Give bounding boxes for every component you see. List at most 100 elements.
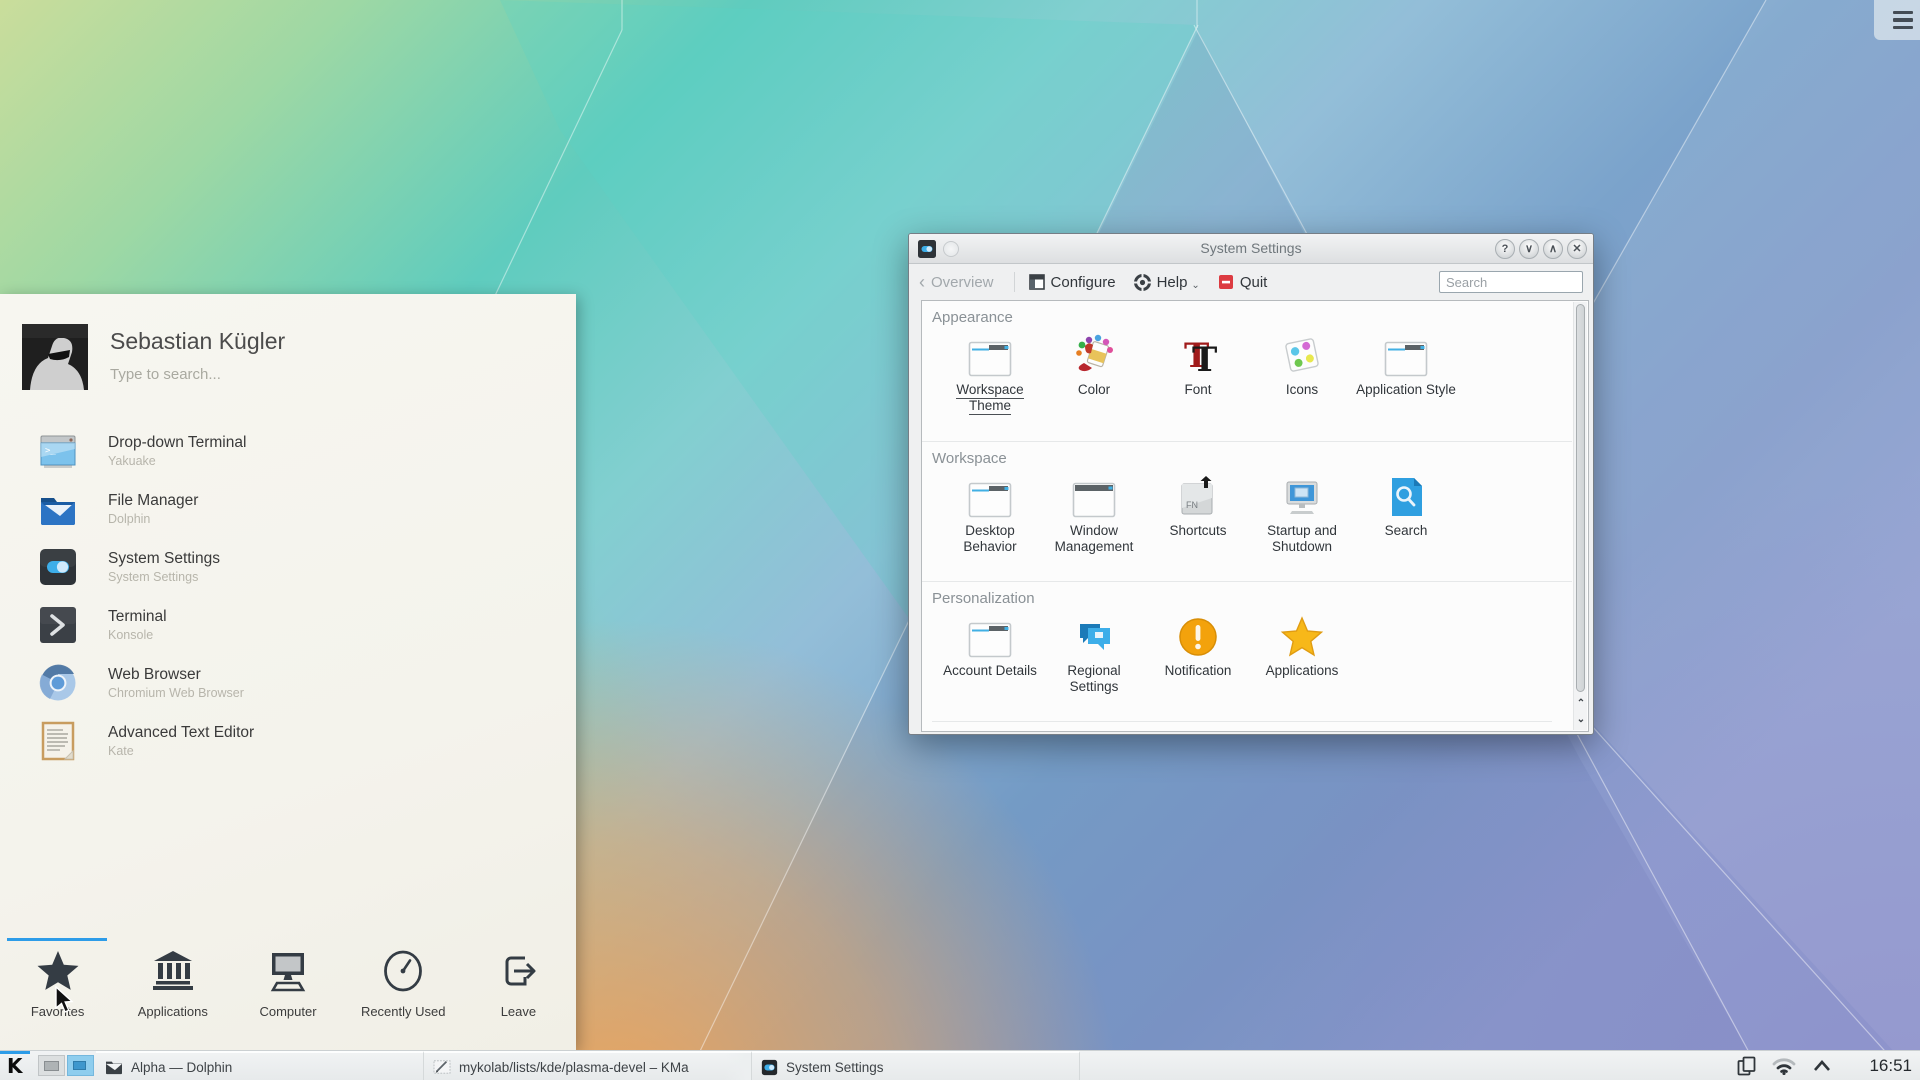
- paint-bucket-icon: [1042, 333, 1146, 379]
- kcm-desktop-behavior[interactable]: Desktop Behavior: [938, 474, 1042, 556]
- kcm-label: Window Management: [1054, 523, 1134, 555]
- window-theme-icon: [938, 474, 1042, 520]
- digital-clock[interactable]: 16:51: [1869, 1056, 1912, 1076]
- kcm-label: Desktop Behavior: [963, 523, 1017, 555]
- window-theme-icon: [938, 614, 1042, 660]
- pager-desktop-2[interactable]: [67, 1055, 94, 1076]
- kcm-label: Applications: [1265, 663, 1339, 678]
- dolphin-icon: [38, 489, 78, 529]
- favorite-title: File Manager: [108, 492, 199, 509]
- favorite-item-chromium[interactable]: Web Browser Chromium Web Browser: [0, 654, 576, 712]
- task-system-settings[interactable]: System Settings: [752, 1051, 1080, 1080]
- tab-computer[interactable]: Computer: [230, 938, 345, 1038]
- tab-recently-used[interactable]: Recently Used: [346, 938, 461, 1038]
- user-avatar: [22, 324, 88, 390]
- favorite-item-systemsettings[interactable]: System Settings System Settings: [0, 538, 576, 596]
- scroll-down-button[interactable]: ⌄: [1574, 712, 1588, 728]
- minimize-button[interactable]: ∨: [1519, 239, 1539, 259]
- favorite-subtitle: Yakuake: [108, 454, 156, 468]
- kcm-shortcuts[interactable]: FN Shortcuts: [1146, 474, 1250, 556]
- favorite-title: Terminal: [108, 608, 167, 625]
- letter-t-icon: T T: [1146, 333, 1250, 379]
- desktop-toolbox-button[interactable]: [1874, 0, 1920, 40]
- kickoff-launcher: Sebastian Kügler >_ Drop-down Te: [0, 294, 576, 1050]
- mouse-cursor: [54, 985, 76, 1021]
- window-theme-icon: [938, 333, 1042, 379]
- hamburger-icon: [1893, 25, 1913, 30]
- speech-bubbles-icon: [1042, 614, 1146, 660]
- desktop: Sebastian Kügler >_ Drop-down Te: [0, 0, 1920, 1080]
- kcm-label: Icons: [1285, 382, 1319, 397]
- wifi-icon[interactable]: [1772, 1057, 1796, 1075]
- kcm-window-management[interactable]: Window Management: [1042, 474, 1146, 556]
- kcm-label: Workspace Theme: [956, 382, 1024, 416]
- kcm-search[interactable]: Search: [1354, 474, 1458, 556]
- monitor-icon: [230, 938, 345, 1004]
- help-window-button[interactable]: ?: [1495, 239, 1515, 259]
- favorite-title: Drop-down Terminal: [108, 434, 247, 451]
- exclamation-circle-icon: [1146, 614, 1250, 660]
- favorite-item-dolphin[interactable]: File Manager Dolphin: [0, 480, 576, 538]
- kcm-font[interactable]: T T Font: [1146, 333, 1250, 415]
- kcm-application-style[interactable]: Application Style: [1354, 333, 1458, 415]
- favorite-item-yakuake[interactable]: >_ Drop-down Terminal Yakuake: [0, 422, 576, 480]
- kcm-startup-shutdown[interactable]: Startup and Shutdown: [1250, 474, 1354, 556]
- kcm-notification[interactable]: Notification: [1146, 614, 1250, 696]
- tab-label: Leave: [500, 1004, 537, 1019]
- titlebar[interactable]: System Settings ? ∨ ∧ ✕: [909, 234, 1593, 264]
- kcm-applications[interactable]: Applications: [1250, 614, 1354, 696]
- configure-button[interactable]: Configure: [1028, 274, 1116, 291]
- scroll-up-button[interactable]: ⌃: [1574, 696, 1588, 712]
- kcm-regional-settings[interactable]: Regional Settings: [1042, 614, 1146, 696]
- kcm-icons[interactable]: Icons: [1250, 333, 1354, 415]
- help-icon: [1133, 273, 1151, 291]
- chevron-up-icon[interactable]: [1812, 1059, 1832, 1073]
- exit-icon: [461, 938, 576, 1004]
- konsole-icon: [38, 605, 78, 645]
- overview-back-button[interactable]: ‹ Overview: [919, 273, 994, 291]
- app-launcher-button[interactable]: K: [0, 1051, 33, 1080]
- scrollbar[interactable]: ⌃ ⌄: [1573, 302, 1587, 730]
- help-button[interactable]: Help ⌄: [1133, 273, 1200, 291]
- configure-icon: [1028, 274, 1045, 290]
- launcher-header: Sebastian Kügler: [22, 324, 556, 394]
- tab-applications[interactable]: Applications: [115, 938, 230, 1038]
- close-button[interactable]: ✕: [1567, 239, 1587, 259]
- user-name: Sebastian Kügler: [110, 328, 286, 354]
- tab-label: Applications: [137, 1004, 208, 1019]
- kde-logo-icon: K: [7, 1054, 23, 1078]
- kcm-workspace-theme[interactable]: Workspace Theme: [938, 333, 1042, 416]
- favorite-title: Web Browser: [108, 666, 201, 683]
- section-divider: [932, 721, 1552, 722]
- favorite-item-konsole[interactable]: Terminal Konsole: [0, 596, 576, 654]
- svg-text:T: T: [1192, 340, 1217, 377]
- scrollbar-thumb[interactable]: [1576, 304, 1585, 692]
- hamburger-icon: [1893, 10, 1913, 15]
- kcm-label: Account Details: [943, 663, 1037, 678]
- kcm-label: Shortcuts: [1169, 523, 1227, 538]
- kcm-label: Font: [1184, 382, 1212, 397]
- clipboard-icon[interactable]: [1737, 1056, 1756, 1076]
- settings-search-input[interactable]: [1439, 271, 1583, 293]
- section-workspace: Workspace Desktop Behavior Window Manage…: [922, 441, 1572, 581]
- quit-button[interactable]: Quit: [1218, 274, 1267, 291]
- task-dolphin[interactable]: Alpha — Dolphin: [96, 1051, 424, 1080]
- kcm-label: Search: [1384, 523, 1428, 538]
- maximize-button[interactable]: ∧: [1543, 239, 1563, 259]
- favorite-item-kate[interactable]: Advanced Text Editor Kate: [0, 712, 576, 770]
- window-titlebar-icon: [1042, 474, 1146, 520]
- task-kmail[interactable]: mykolab/lists/kde/plasma-devel – KMa: [424, 1051, 752, 1080]
- tab-leave[interactable]: Leave: [461, 938, 576, 1038]
- pager-desktop-1[interactable]: [38, 1055, 65, 1076]
- gauge-clock-icon: [346, 938, 461, 1004]
- settings-content-frame: Appearance Workspace Theme Color T T Fon…: [921, 300, 1589, 732]
- kcm-account-details[interactable]: Account Details: [938, 614, 1042, 696]
- dolphin-icon: [106, 1061, 122, 1075]
- favorite-title: Advanced Text Editor: [108, 724, 255, 741]
- toolbar: ‹ Overview Configure Help ⌄ Quit Search: [909, 264, 1593, 300]
- launcher-search-input[interactable]: [110, 366, 430, 383]
- favorite-subtitle: Kate: [108, 744, 134, 758]
- svg-text:FN: FN: [1186, 500, 1198, 510]
- launcher-tab-bar: Favorites Applications Computer Recently…: [0, 938, 576, 1038]
- kcm-color[interactable]: Color: [1042, 333, 1146, 415]
